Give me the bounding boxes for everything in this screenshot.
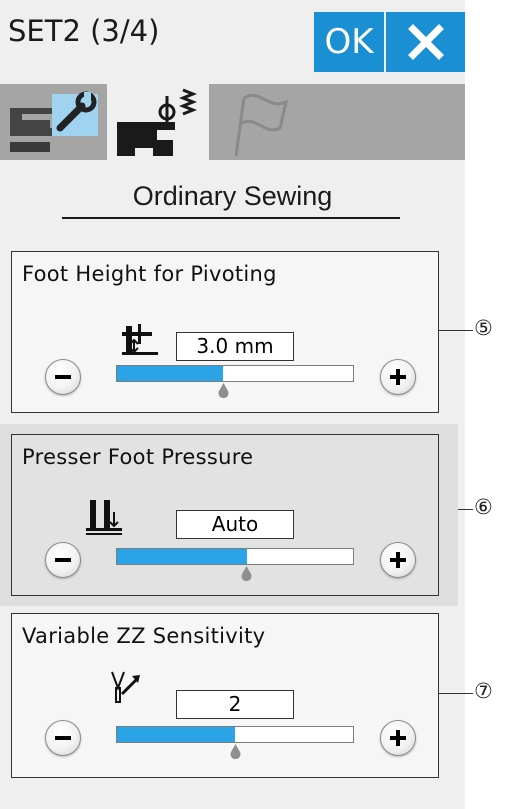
- increase-button[interactable]: [380, 720, 416, 756]
- slider-fill: [117, 727, 235, 742]
- flag-icon: [234, 94, 289, 157]
- zz-sensitivity-icon: [111, 671, 140, 703]
- setting-foot-height-panel: Foot Height for Pivoting 3.0 mm: [11, 251, 439, 413]
- zz-sensitivity-slider[interactable]: [116, 726, 354, 743]
- increase-button[interactable]: [380, 542, 416, 578]
- slider-fill: [117, 366, 224, 381]
- slider-handle[interactable]: [218, 383, 229, 398]
- callout-line: [458, 509, 473, 510]
- setting-value: 3.0 mm: [176, 332, 294, 361]
- callout-6: ⑥: [474, 495, 493, 519]
- setting-value: Auto: [176, 510, 294, 539]
- foot-height-slider[interactable]: [116, 365, 354, 382]
- tab-language[interactable]: [210, 84, 312, 160]
- decrease-button[interactable]: [45, 542, 81, 578]
- callout-line: [438, 693, 473, 694]
- close-icon: [407, 24, 444, 60]
- close-button[interactable]: [386, 12, 465, 72]
- setting-presser-foot-pressure-panel: Presser Foot Pressure Auto: [11, 434, 439, 596]
- callout-line: [438, 330, 473, 331]
- setting-label: Variable ZZ Sensitivity: [22, 624, 266, 648]
- setting-value: 2: [176, 690, 294, 719]
- increase-button[interactable]: [380, 359, 416, 395]
- setting-label: Presser Foot Pressure: [22, 445, 254, 469]
- decrease-button[interactable]: [45, 359, 81, 395]
- callout-7: ⑦: [474, 679, 493, 703]
- slider-handle[interactable]: [230, 744, 241, 759]
- foot-height-icon: [122, 324, 158, 355]
- sewing-machine-icon: [117, 88, 198, 156]
- presser-pressure-slider[interactable]: [116, 548, 354, 565]
- slider-fill: [117, 549, 247, 564]
- presser-foot-pressure-icon: [86, 500, 122, 535]
- tab-general-settings[interactable]: [0, 84, 105, 160]
- wrench-machine-icon: [8, 91, 98, 152]
- ok-button[interactable]: OK: [314, 12, 384, 72]
- page-title: SET2 (3/4): [8, 14, 160, 48]
- setting-zz-sensitivity-panel: Variable ZZ Sensitivity 2: [11, 613, 439, 778]
- settings-screen: SET2 (3/4) OK Ordinary Sewing Foot Heigh…: [0, 0, 465, 809]
- section-heading: Ordinary Sewing: [132, 181, 333, 211]
- slider-handle[interactable]: [241, 566, 252, 581]
- callout-5: ⑤: [474, 316, 493, 340]
- tab-sewing-settings[interactable]: [107, 82, 209, 164]
- decrease-button[interactable]: [45, 720, 81, 756]
- setting-label: Foot Height for Pivoting: [22, 262, 277, 286]
- heading-underline: [62, 217, 400, 219]
